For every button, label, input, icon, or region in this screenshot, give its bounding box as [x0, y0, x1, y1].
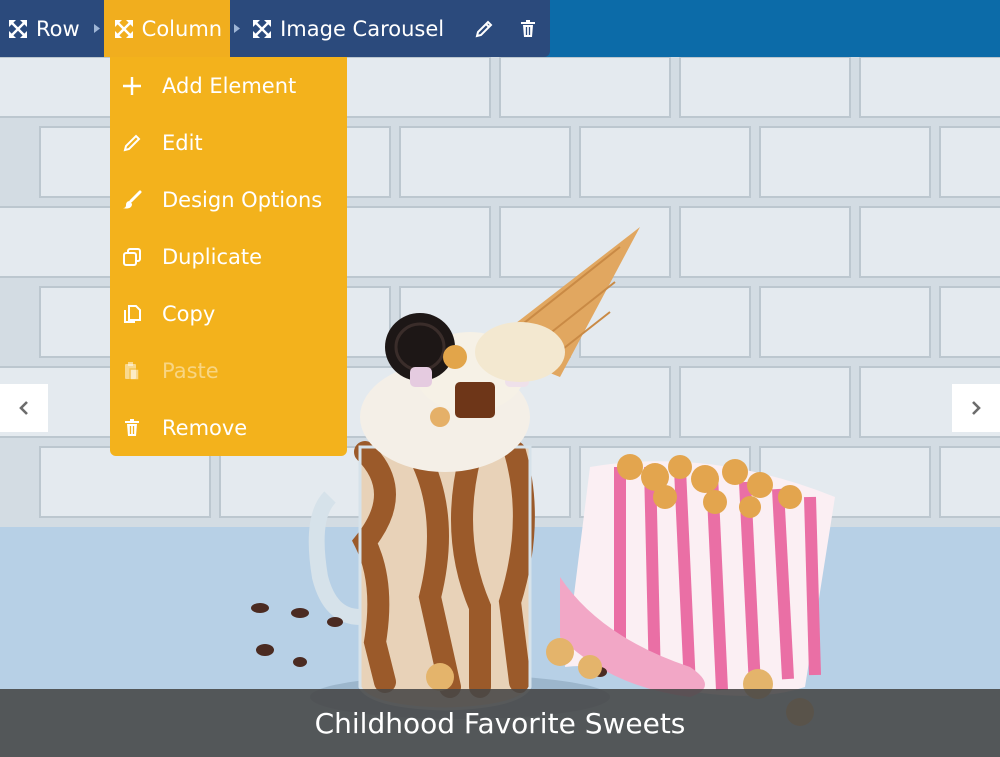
carousel-caption-text: Childhood Favorite Sweets — [314, 706, 686, 740]
menu-item-label: Add Element — [162, 73, 297, 98]
menu-item-label: Copy — [162, 301, 216, 326]
breadcrumb: Row Column Image Carousel — [0, 0, 551, 57]
breadcrumb-row-label: Row — [36, 16, 80, 41]
copy-icon — [120, 302, 144, 326]
carousel-prev-button[interactable] — [0, 384, 48, 432]
breadcrumb-image-carousel-label: Image Carousel — [280, 16, 445, 41]
breadcrumb-column[interactable]: Column — [103, 0, 231, 57]
menu-item-label: Edit — [162, 130, 203, 155]
menu-item-paste: Paste — [110, 342, 347, 399]
menu-item-label: Duplicate — [162, 244, 263, 269]
paste-icon — [120, 359, 144, 383]
menu-item-label: Paste — [162, 358, 219, 383]
menu-item-remove[interactable]: Remove — [110, 399, 347, 456]
chevron-right-icon — [972, 401, 981, 415]
breadcrumb-row[interactable]: Row — [0, 0, 90, 57]
menu-item-add-element[interactable]: Add Element — [110, 57, 347, 114]
plus-icon — [120, 74, 144, 98]
paintbrush-icon — [120, 188, 144, 212]
pencil-icon — [120, 131, 144, 155]
trash-icon — [521, 19, 536, 37]
breadcrumb-image-carousel[interactable]: Image Carousel — [244, 0, 454, 57]
breadcrumb-column-label: Column — [141, 16, 223, 41]
edit-element-button[interactable] — [462, 0, 506, 57]
menu-item-duplicate[interactable]: Duplicate — [110, 228, 347, 285]
menu-item-label: Design Options — [162, 187, 323, 212]
carousel-next-button[interactable] — [952, 384, 1000, 432]
pencil-icon — [475, 20, 493, 37]
chevron-right-icon — [90, 0, 104, 57]
carousel-caption: Childhood Favorite Sweets — [0, 689, 1000, 757]
menu-item-edit[interactable]: Edit — [110, 114, 347, 171]
menu-item-design-options[interactable]: Design Options — [110, 171, 347, 228]
delete-element-button[interactable] — [506, 0, 550, 57]
duplicate-icon — [120, 245, 144, 269]
trash-icon — [120, 416, 144, 440]
chevron-left-icon — [19, 401, 28, 415]
move-icon — [252, 19, 272, 39]
menu-item-copy[interactable]: Copy — [110, 285, 347, 342]
menu-item-label: Remove — [162, 415, 248, 440]
editor-toolbar: Row Column Image Carousel — [0, 0, 1000, 57]
column-context-menu: Add Element Edit Design Options Duplicat… — [110, 57, 347, 456]
chevron-right-icon — [230, 0, 244, 57]
move-icon — [114, 19, 134, 39]
move-icon — [8, 19, 28, 39]
